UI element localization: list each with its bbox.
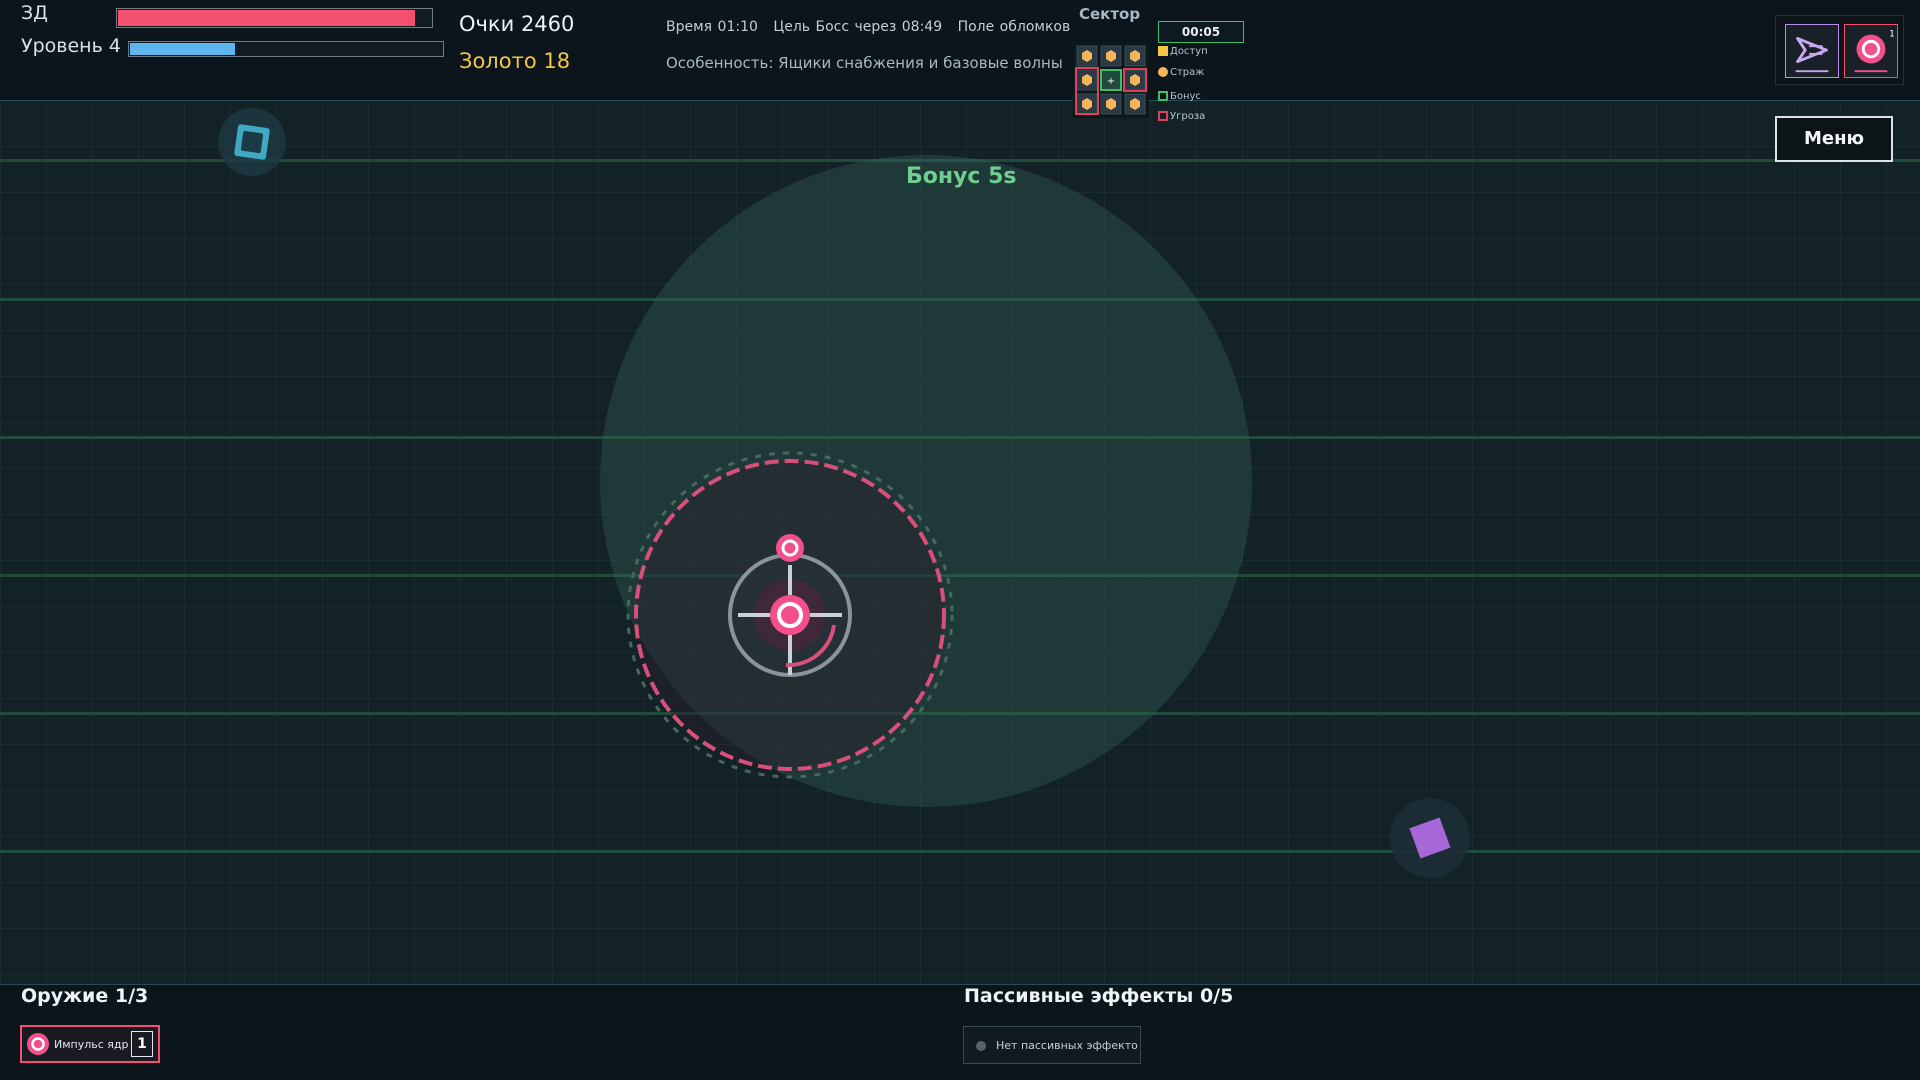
legend-access: Доступ (1158, 46, 1208, 57)
top-hud: ЗД Уровень 4 Очки 2460 Золото 18 Время 0… (0, 0, 1920, 122)
score-text: Очки 2460 (459, 12, 575, 36)
gold-text: Золото 18 (459, 49, 571, 73)
weapon-name: Импульс ядр (54, 1038, 129, 1051)
field-text: Поле обломков (957, 19, 1071, 35)
lane-line (0, 850, 1920, 853)
hp-bar-fill (118, 10, 416, 26)
weapon-slot[interactable]: Импульс ядр 1 (20, 1025, 160, 1063)
core-ring-icon: 1 (1854, 30, 1895, 73)
legend-bonus: Бонус (1158, 91, 1201, 102)
legend-swatch (1158, 111, 1168, 121)
empty-dot-icon (976, 1041, 986, 1051)
core-ability-slot[interactable]: 1 (1844, 24, 1898, 78)
bonus-timer-text: Бонус 5s (906, 164, 1017, 189)
xp-bar-fill (130, 43, 235, 55)
time-text: Время 01:10 (666, 19, 758, 35)
sector-minimap[interactable]: + (1073, 42, 1149, 118)
dash-arrow-icon (1795, 37, 1829, 73)
legend-label: Угроза (1170, 111, 1206, 122)
goal-text: Цель Босс через 08:49 (773, 19, 943, 35)
core-badge: 1 (1889, 30, 1895, 40)
feature-text: Особенность: Ящики снабжения и базовые в… (666, 54, 1063, 72)
run-info: Время 01:10 Цель Босс через 08:49 Поле о… (666, 19, 1080, 35)
sector-timer: 00:05 (1158, 21, 1244, 43)
legend-label: Страж (1170, 67, 1205, 78)
sector-title: Сектор (1079, 5, 1141, 23)
player-ship (626, 451, 954, 779)
menu-button[interactable]: Меню (1775, 116, 1893, 162)
legend-swatch (1158, 91, 1168, 101)
legend-swatch (1158, 46, 1168, 56)
passive-slot: Нет пассивных эффекто (963, 1026, 1141, 1064)
legend-guard: Страж (1158, 67, 1204, 78)
level-label: Уровень 4 (21, 35, 121, 57)
legend-label: Бонус (1170, 91, 1201, 102)
svg-text:+: + (1107, 76, 1115, 87)
hp-bar (116, 8, 433, 28)
dash-ability-slot[interactable] (1785, 24, 1839, 78)
legend-threat: Угроза (1158, 111, 1205, 122)
bottom-hud: Оружие 1/3 Пассивные эффекты 0/5 Импульс… (0, 984, 1920, 1080)
weapon-level: 1 (131, 1031, 153, 1057)
core-pulse-icon (27, 1033, 49, 1055)
legend-label: Доступ (1170, 46, 1208, 57)
xp-bar (128, 41, 444, 57)
enemy-diamond-icon (1390, 798, 1470, 878)
legend-swatch (1158, 67, 1168, 77)
hp-label: ЗД (21, 2, 49, 24)
arena: Бонус 5s (0, 100, 1920, 984)
supply-crate-icon (218, 108, 286, 176)
passives-title: Пассивные эффекты 0/5 (964, 985, 1234, 1007)
game-screen: Бонус 5s ЗД Уровень 4 Очки 2460 Золото 1… (0, 0, 1920, 1080)
weapons-title: Оружие 1/3 (21, 985, 149, 1007)
passive-empty-text: Нет пассивных эффекто (996, 1039, 1138, 1052)
